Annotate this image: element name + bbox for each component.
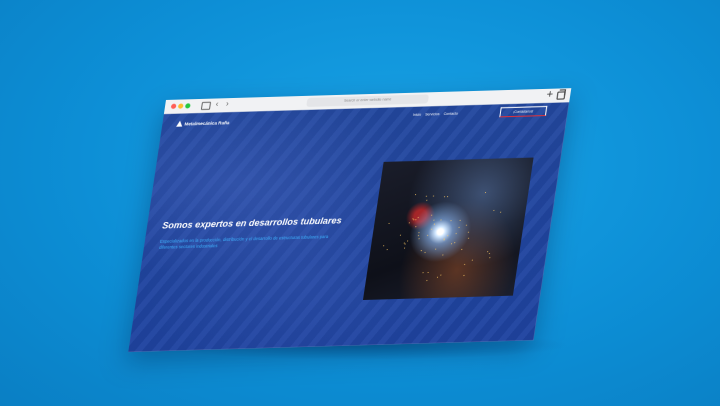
spark	[425, 196, 427, 198]
nav-item-contacto[interactable]: Contacto	[443, 112, 458, 116]
close-window-icon[interactable]	[170, 103, 177, 109]
spark	[388, 223, 390, 225]
spark	[418, 235, 420, 237]
spark	[447, 196, 449, 198]
spark	[472, 259, 474, 261]
spark	[431, 229, 433, 231]
spark	[444, 196, 446, 198]
spark	[424, 251, 426, 253]
spark	[463, 264, 465, 266]
spark	[415, 226, 417, 228]
spark	[435, 248, 437, 250]
spark	[458, 226, 460, 228]
site-logo[interactable]: Metalmecánica Raña	[176, 119, 230, 127]
spark	[415, 219, 417, 221]
spark	[443, 238, 445, 240]
hero-title: Somos expertos en desarrollos tubulares	[161, 215, 343, 231]
contact-button[interactable]: ¡Contáctanos!	[499, 105, 548, 118]
back-arrow-icon[interactable]: ‹	[215, 99, 219, 109]
spark	[422, 271, 424, 273]
welding-photo	[362, 157, 534, 301]
spark	[430, 215, 433, 217]
spark	[420, 249, 422, 251]
nav-item-inicio[interactable]: Inicio	[413, 113, 422, 117]
spark	[442, 254, 444, 256]
spark	[436, 276, 439, 278]
spark	[454, 242, 456, 244]
spark	[433, 219, 435, 221]
logo-mark-icon	[176, 120, 184, 127]
sidebar-icon[interactable]	[200, 101, 212, 111]
spark	[417, 217, 419, 219]
minimize-window-icon[interactable]	[177, 103, 184, 109]
spark	[440, 219, 442, 221]
spark	[440, 274, 442, 276]
forward-arrow-icon[interactable]: ›	[225, 99, 229, 109]
spark	[426, 235, 428, 237]
spark	[486, 251, 488, 253]
spark	[500, 211, 502, 213]
spark	[467, 231, 469, 233]
spark	[400, 234, 402, 236]
spark	[492, 210, 494, 212]
spark	[488, 252, 490, 254]
spark	[404, 243, 407, 245]
mockup: ‹ › Search or enter website name + Metal…	[0, 0, 720, 406]
spark	[427, 271, 429, 273]
spark	[425, 200, 428, 202]
tab-overview-icon[interactable]	[556, 91, 566, 100]
spark	[386, 249, 388, 251]
nav-item-servicios[interactable]: Servicios	[425, 112, 440, 116]
spark	[450, 220, 452, 222]
logo-text: Metalmecánica Raña	[184, 119, 230, 127]
spark	[408, 222, 410, 224]
maximize-window-icon[interactable]	[184, 103, 191, 109]
new-tab-icon[interactable]: +	[545, 89, 554, 102]
web-page: Metalmecánica Raña Inicio Servicios Cont…	[128, 102, 570, 352]
spark	[434, 223, 436, 225]
spark	[468, 237, 470, 239]
spark	[383, 245, 385, 247]
spark	[489, 256, 491, 258]
spark	[403, 247, 405, 249]
spark	[451, 243, 453, 245]
spark	[459, 219, 461, 221]
spark	[415, 194, 417, 196]
hero-subtitle: Especializados en la producción, distrib…	[158, 233, 329, 250]
spark	[447, 234, 449, 236]
spark	[465, 224, 467, 226]
spark	[407, 240, 409, 242]
spark	[425, 280, 428, 282]
spark	[484, 191, 486, 194]
spark	[418, 237, 421, 239]
address-bar[interactable]: Search or enter website name	[306, 94, 430, 107]
spark	[460, 248, 462, 250]
spark	[455, 233, 458, 235]
browser-window: ‹ › Search or enter website name + Metal…	[128, 88, 572, 352]
spark	[418, 232, 420, 234]
spark	[463, 274, 465, 276]
spark	[432, 195, 434, 197]
top-nav: Inicio Servicios Contacto	[413, 112, 459, 117]
